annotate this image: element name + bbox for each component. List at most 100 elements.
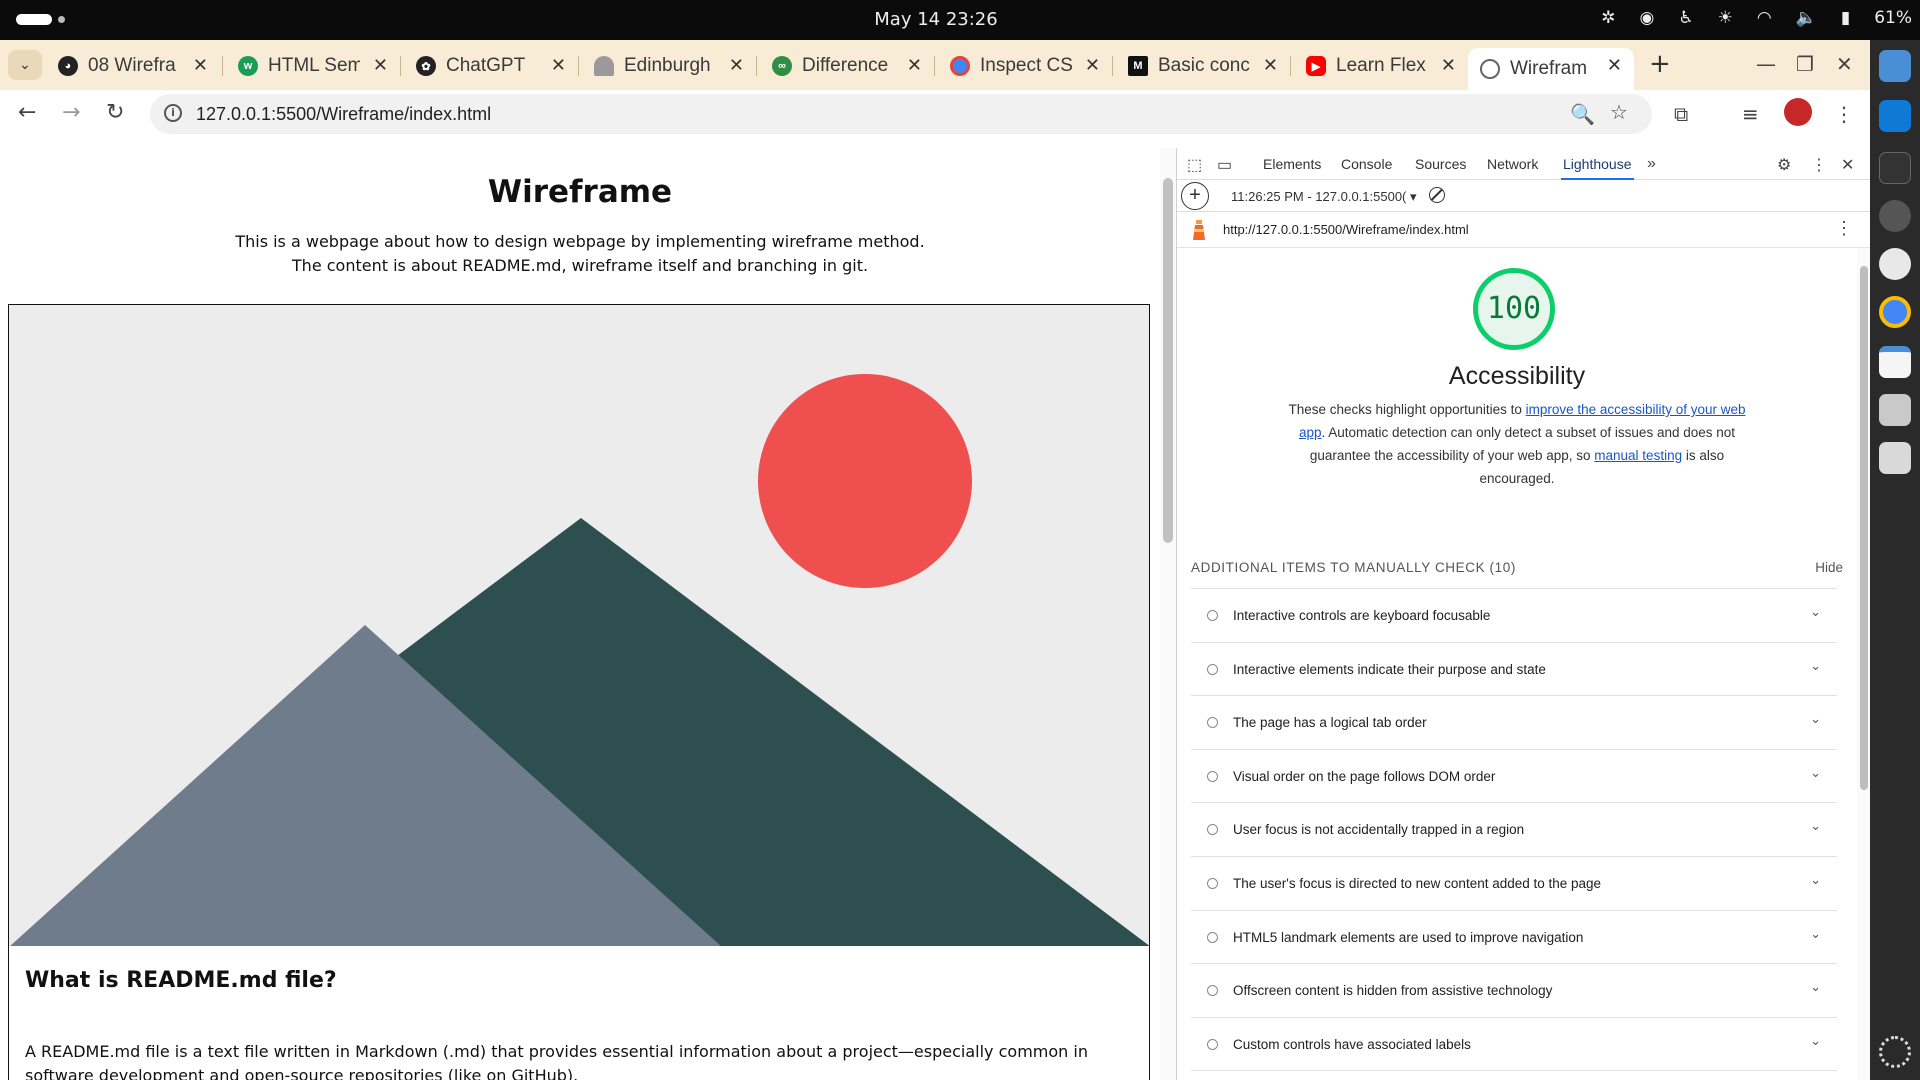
report-selector[interactable]: 11:26:25 PM - 127.0.0.1:5500( ▾	[1231, 189, 1417, 205]
inspect-element-icon[interactable]: ⬚	[1187, 155, 1202, 175]
tab-search-button[interactable]: ⌄	[8, 50, 42, 80]
devtools-tab-console[interactable]: Console	[1341, 156, 1392, 172]
files-icon[interactable]	[1879, 50, 1911, 82]
audit-item[interactable]: Interactive elements indicate their purp…	[1191, 641, 1837, 696]
settings-app-icon[interactable]	[1879, 200, 1911, 232]
text-editor-icon[interactable]	[1879, 346, 1911, 378]
close-icon[interactable]: ✕	[373, 55, 388, 76]
close-icon[interactable]: ✕	[729, 55, 744, 76]
devtools-tab-lighthouse[interactable]: Lighthouse	[1561, 156, 1634, 180]
tab-separator	[1290, 56, 1291, 76]
audit-item[interactable]: Custom controls have associated labels ⌄	[1191, 1016, 1837, 1071]
close-icon[interactable]: ✕	[1085, 55, 1100, 76]
chevron-down-icon[interactable]: ⌄	[1810, 872, 1821, 888]
manual-testing-link[interactable]: manual testing	[1594, 448, 1682, 463]
intro-line-2: The content is about README.md, wirefram…	[291, 256, 869, 275]
chrome-tray-icon[interactable]: ◉	[1639, 8, 1654, 28]
devtools-scrollbar-thumb[interactable]	[1860, 266, 1868, 790]
tab-separator	[756, 56, 757, 76]
devtools-close-icon[interactable]: ✕	[1841, 155, 1854, 175]
menu-icon[interactable]: ⋮	[1834, 102, 1854, 126]
tab-wireframe-repo[interactable]: ◕ 08 Wirefra ✕	[58, 48, 208, 84]
devtools-tab-sources[interactable]: Sources	[1415, 156, 1466, 172]
audit-item[interactable]: Visual order on the page follows DOM ord…	[1191, 748, 1837, 803]
tab-wireframe-active[interactable]: Wirefram ✕	[1468, 48, 1634, 90]
close-icon[interactable]: ✕	[193, 55, 208, 76]
devtools-scrollbar[interactable]	[1857, 248, 1871, 1080]
hide-button[interactable]: Hide	[1815, 560, 1843, 575]
tab-inspect-css[interactable]: Inspect CS ✕	[950, 48, 1100, 84]
audit-item[interactable]: User focus is not accidentally trapped i…	[1191, 802, 1837, 856]
trash-icon[interactable]	[1879, 442, 1911, 474]
accessibility-icon[interactable]: ♿	[1678, 8, 1693, 28]
terminal-icon[interactable]	[1879, 152, 1911, 184]
sun	[758, 374, 972, 588]
audit-item[interactable]: HTML5 landmark elements are used to impr…	[1191, 909, 1837, 964]
tab-edinburgh[interactable]: Edinburgh ✕	[594, 48, 744, 84]
forward-button[interactable]: →	[62, 100, 80, 125]
minimize-button[interactable]: —	[1756, 52, 1776, 76]
chevron-down-icon[interactable]: ⌄	[1810, 979, 1821, 995]
close-icon[interactable]: ✕	[1441, 55, 1456, 76]
back-button[interactable]: ←	[18, 100, 36, 125]
wifi-icon[interactable]: ◠	[1757, 8, 1772, 28]
address-bar[interactable]: i 127.0.0.1:5500/Wireframe/index.html 🔍 …	[150, 94, 1652, 134]
address-url[interactable]: 127.0.0.1:5500/Wireframe/index.html	[196, 104, 491, 125]
media-controls-icon[interactable]: ≡	[1742, 102, 1759, 126]
site-info-icon[interactable]: i	[164, 104, 182, 122]
tab-learn-flexbox[interactable]: ▶ Learn Flex ✕	[1306, 48, 1456, 84]
device-toolbar-icon[interactable]: ▭	[1217, 155, 1232, 175]
devtools-tab-network[interactable]: Network	[1487, 156, 1538, 172]
show-apps-icon[interactable]	[1879, 1036, 1911, 1068]
devtools-menu-icon[interactable]: ⋮	[1811, 155, 1827, 175]
slack-icon[interactable]	[1879, 248, 1911, 280]
chevron-down-icon[interactable]: ⌄	[1810, 658, 1821, 674]
extensions-icon[interactable]: ⧉	[1674, 102, 1688, 126]
close-icon[interactable]: ✕	[1263, 55, 1278, 76]
chevron-down-icon[interactable]: ⌄	[1810, 926, 1821, 942]
more-tabs-icon[interactable]: »	[1647, 155, 1656, 173]
page-scrollbar[interactable]	[1160, 148, 1176, 1080]
battery-icon[interactable]: ▮	[1841, 8, 1850, 28]
brightness-icon[interactable]: ☀	[1718, 8, 1733, 28]
clear-reports-icon[interactable]	[1429, 187, 1445, 203]
chevron-down-icon[interactable]: ⌄	[1810, 711, 1821, 727]
tab-separator	[578, 56, 579, 76]
report-menu-icon[interactable]: ⋮	[1835, 218, 1853, 239]
tab-html-semantics[interactable]: w HTML Sem ✕	[238, 48, 388, 84]
devtools-tab-elements[interactable]: Elements	[1263, 156, 1321, 172]
close-icon[interactable]: ✕	[1607, 55, 1622, 76]
vscode-icon[interactable]	[1879, 100, 1911, 132]
chevron-down-icon[interactable]: ⌄	[1810, 604, 1821, 620]
settings-gear-icon[interactable]: ⚙	[1777, 155, 1791, 175]
audit-item[interactable]: The page has a logical tab order ⌄	[1191, 695, 1837, 749]
reload-button[interactable]: ↻	[106, 100, 124, 125]
close-icon[interactable]: ✕	[907, 55, 922, 76]
tab-basic-concepts[interactable]: M Basic conc ✕	[1128, 48, 1278, 84]
page-scrollbar-thumb[interactable]	[1163, 178, 1173, 543]
tab-difference[interactable]: ∞ Difference ✕	[772, 48, 922, 84]
chrome-dock-icon[interactable]	[1879, 296, 1911, 328]
profile-avatar[interactable]	[1784, 98, 1812, 126]
close-icon[interactable]: ✕	[551, 55, 566, 76]
drive-icon[interactable]	[1879, 394, 1911, 426]
chevron-down-icon[interactable]: ⌄	[1810, 818, 1821, 834]
audit-item[interactable]: Custom controls have ARIA roles⌄	[1191, 1070, 1837, 1080]
audit-item[interactable]: The user's focus is directed to new cont…	[1191, 855, 1837, 910]
maximize-button[interactable]: ❐	[1796, 52, 1814, 76]
clock[interactable]: May 14 23:26	[0, 9, 1872, 30]
bookmark-star-icon[interactable]: ☆	[1610, 100, 1628, 124]
window-close-button[interactable]: ✕	[1836, 52, 1853, 76]
system-tray[interactable]: ✲ ◉ ♿ ☀ ◠ 🔈 ▮ 61%	[1601, 8, 1912, 28]
new-tab-button[interactable]: +	[1649, 49, 1671, 79]
score-gauge[interactable]: 100	[1473, 268, 1555, 350]
chevron-down-icon[interactable]: ⌄	[1810, 1033, 1821, 1049]
slack-tray-icon[interactable]: ✲	[1601, 8, 1615, 28]
audit-item[interactable]: Interactive controls are keyboard focusa…	[1191, 588, 1837, 642]
volume-icon[interactable]: 🔈	[1796, 8, 1817, 28]
new-report-button[interactable]: +	[1181, 182, 1209, 210]
tab-chatgpt[interactable]: ✿ ChatGPT ✕	[416, 48, 566, 84]
chevron-down-icon[interactable]: ⌄	[1810, 765, 1821, 781]
audit-item[interactable]: Offscreen content is hidden from assisti…	[1191, 963, 1837, 1017]
zoom-icon[interactable]: 🔍	[1570, 102, 1595, 126]
